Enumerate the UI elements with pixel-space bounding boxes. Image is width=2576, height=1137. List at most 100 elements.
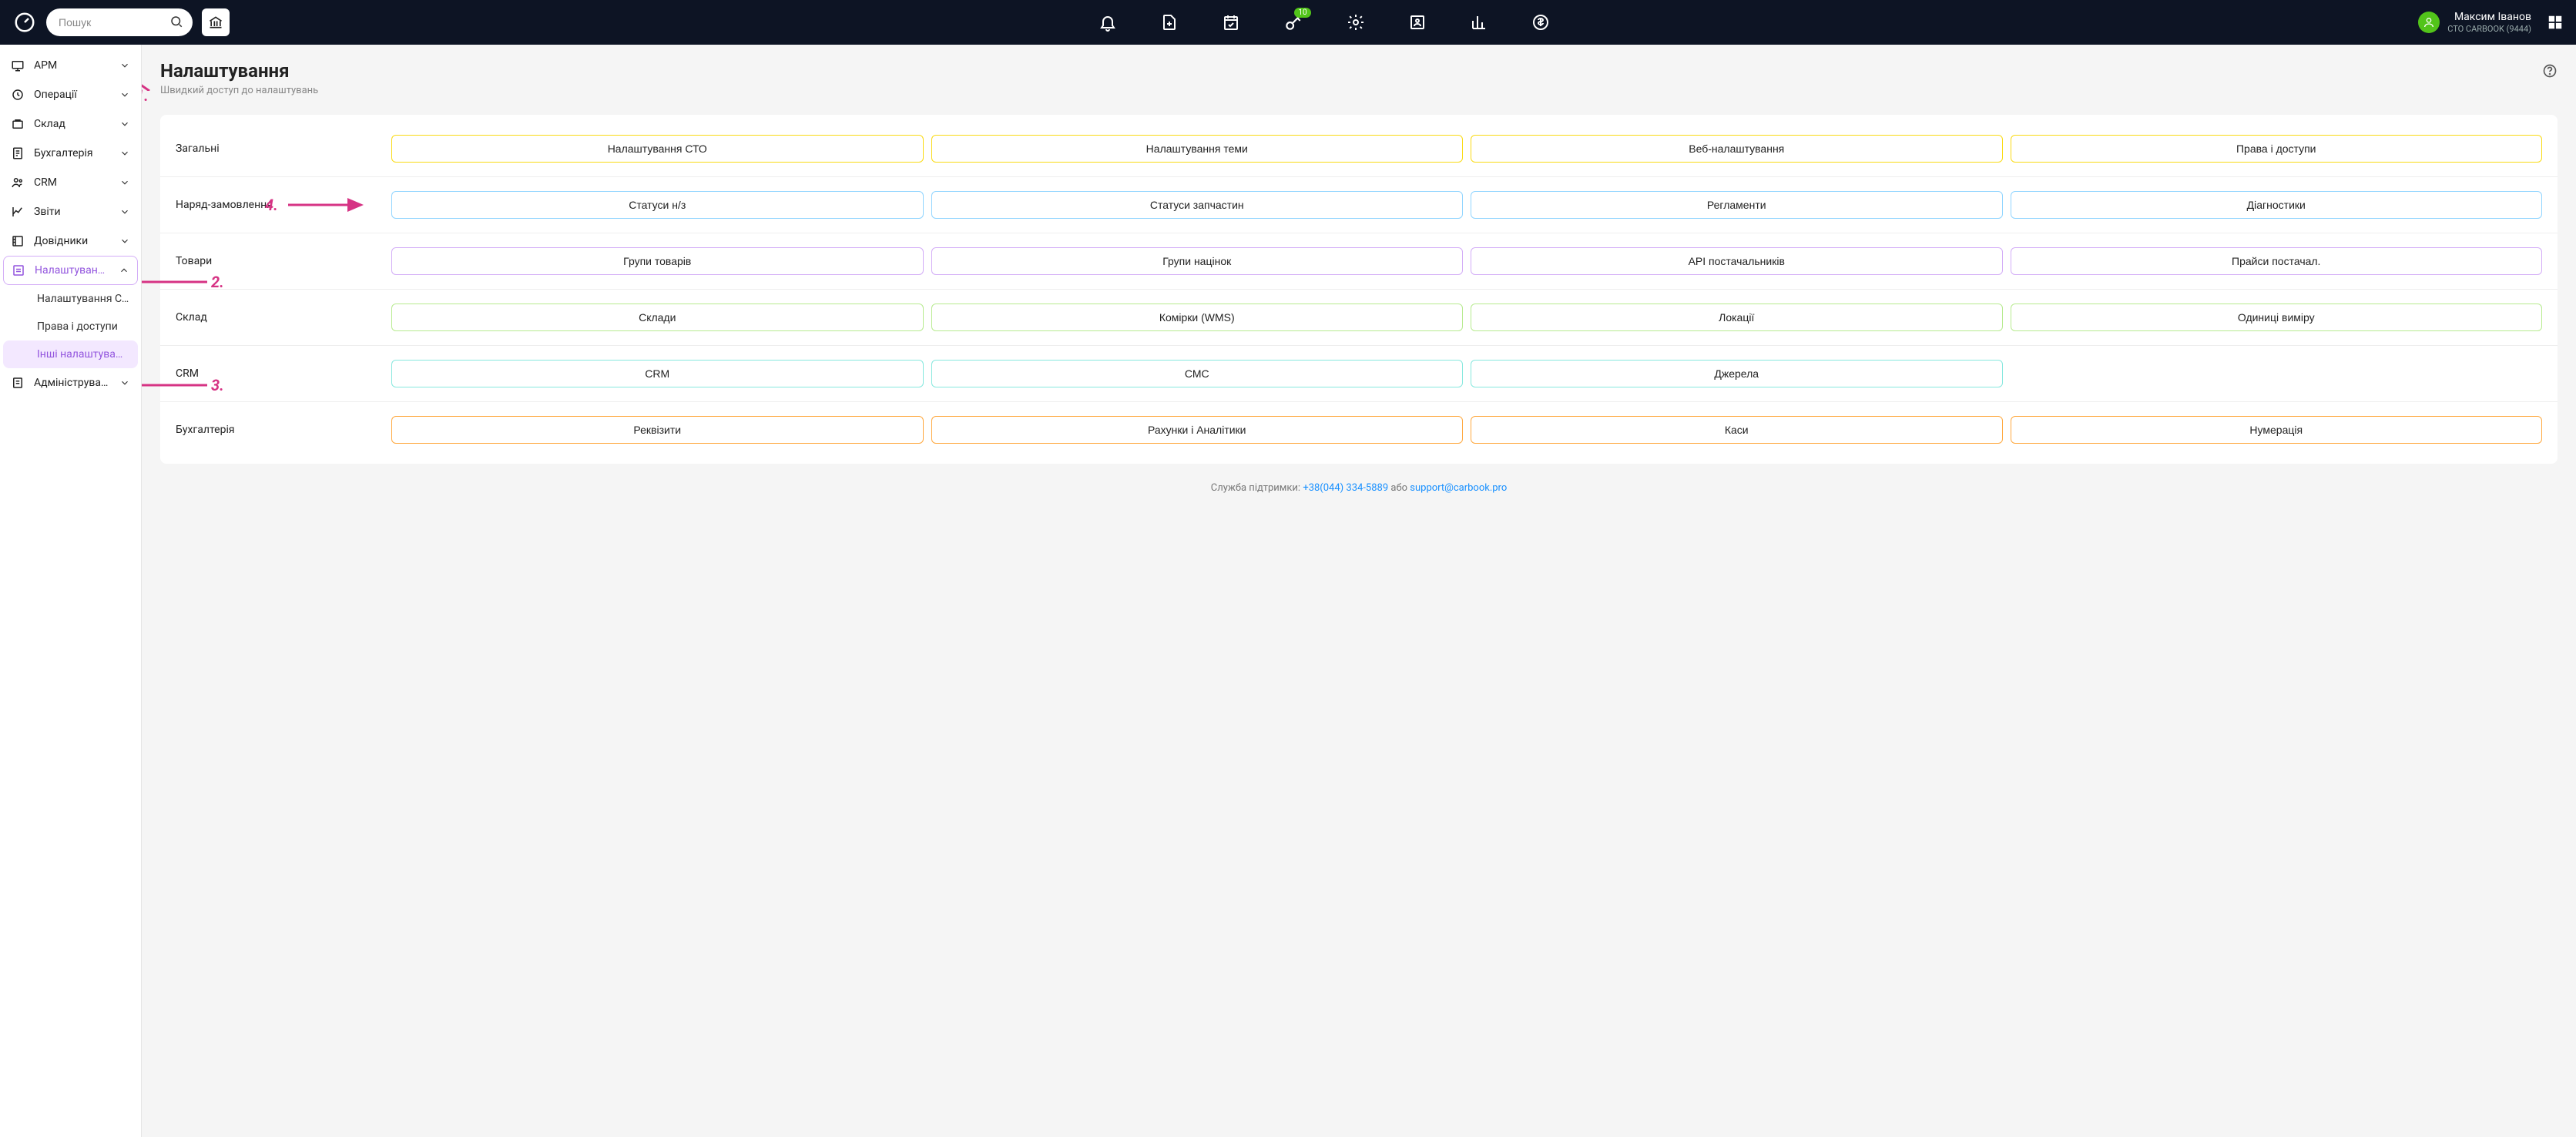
topbar-center: 10: [239, 12, 2409, 32]
sidebar-label: CRM: [34, 176, 110, 189]
sidebar-label: Адміністрування: [34, 377, 110, 389]
chevron-down-icon: [119, 119, 130, 129]
sidebar-item-stock[interactable]: Склад: [0, 109, 141, 139]
sidebar-label: АРМ: [34, 59, 110, 72]
topbar: 10 Максим Іванов СТО CARBOOK (9444): [0, 0, 2576, 45]
avatar: [2418, 12, 2440, 33]
sidebar-sub-access[interactable]: Права і доступи: [0, 313, 141, 340]
row-goods: Товари Групи товарів Групи націнок API п…: [160, 233, 2558, 289]
btn-crm[interactable]: CRM: [391, 360, 924, 387]
btn-diagnostics[interactable]: Діагностики: [2011, 191, 2543, 219]
annotation-1: 1.: [142, 86, 149, 105]
user-block[interactable]: Максим Іванов СТО CARBOOK (9444): [2418, 11, 2564, 34]
sidebar-item-settings[interactable]: Налаштування: [3, 256, 138, 285]
sidebar-item-reports[interactable]: Звіти: [0, 197, 141, 226]
key-badge: 10: [1294, 8, 1310, 18]
page-title: Налаштування: [160, 60, 2558, 82]
chart-icon[interactable]: [1470, 12, 1488, 32]
sidebar-label: Налаштування: [35, 264, 109, 277]
sidebar-item-admin[interactable]: Адміністрування: [0, 368, 141, 397]
main: Налаштування Швидкий доступ до налаштува…: [142, 45, 2576, 1137]
settings-card: Загальні Налаштування СТО Налаштування т…: [160, 115, 2558, 464]
chevron-down-icon: [119, 89, 130, 100]
btn-numbering[interactable]: Нумерація: [2011, 416, 2543, 444]
sidebar-label: Довідники: [34, 235, 110, 247]
btn-regulations[interactable]: Регламенти: [1471, 191, 2003, 219]
sidebar-item-arm[interactable]: АРМ: [0, 51, 141, 80]
row-label: Бухгалтерія: [176, 424, 376, 436]
btn-sms[interactable]: СМС: [931, 360, 1464, 387]
chevron-down-icon: [119, 177, 130, 188]
search-wrap: [46, 8, 193, 36]
sidebar-label: Звіти: [34, 206, 110, 218]
sidebar-label: Склад: [34, 118, 110, 130]
dollar-icon[interactable]: [1531, 12, 1550, 32]
btn-units[interactable]: Одиниці виміру: [2011, 304, 2543, 331]
user-org: СТО CARBOOK (9444): [2447, 24, 2531, 34]
row-label: CRM: [176, 367, 376, 380]
btn-web-settings[interactable]: Веб-налаштування: [1471, 135, 2003, 163]
bank-button[interactable]: [202, 8, 230, 36]
row-label: Товари: [176, 255, 376, 267]
footer-prefix: Служба підтримки:: [1211, 482, 1303, 494]
sidebar-label: Бухгалтерія: [34, 147, 110, 159]
row-general: Загальні Налаштування СТО Налаштування т…: [160, 121, 2558, 176]
calendar-check-icon[interactable]: [1222, 12, 1240, 32]
sidebar-item-crm[interactable]: CRM: [0, 168, 141, 197]
btn-sto-settings[interactable]: Налаштування СТО: [391, 135, 924, 163]
footer-phone[interactable]: +38(044) 334-5889: [1303, 482, 1388, 494]
btn-cashboxes[interactable]: Каси: [1471, 416, 2003, 444]
sidebar-sub-other[interactable]: Інші налаштування: [3, 340, 138, 368]
btn-sources[interactable]: Джерела: [1471, 360, 2003, 387]
chevron-up-icon: [119, 265, 129, 276]
gear-icon[interactable]: [1347, 12, 1365, 32]
btn-accounts-analytics[interactable]: Рахунки і Аналітики: [931, 416, 1464, 444]
key-icon[interactable]: 10: [1283, 12, 1303, 32]
page-subtitle: Швидкий доступ до налаштувань: [160, 85, 2558, 96]
chevron-down-icon: [119, 206, 130, 217]
chevron-down-icon: [119, 377, 130, 388]
user-text: Максим Іванов СТО CARBOOK (9444): [2447, 11, 2531, 34]
help-icon[interactable]: [2542, 63, 2558, 79]
sidebar-item-directories[interactable]: Довідники: [0, 226, 141, 256]
sidebar-label: Операції: [34, 89, 110, 101]
file-plus-icon[interactable]: [1160, 12, 1179, 32]
btn-access-rights[interactable]: Права і доступи: [2011, 135, 2543, 163]
footer-email[interactable]: support@carbook.pro: [1410, 482, 1507, 494]
bell-icon[interactable]: [1098, 12, 1117, 32]
footer: Служба підтримки: +38(044) 334-5889 або …: [160, 464, 2558, 500]
contact-icon[interactable]: [1408, 12, 1427, 32]
btn-markup-groups[interactable]: Групи націнок: [931, 247, 1464, 275]
btn-parts-statuses[interactable]: Статуси запчастин: [931, 191, 1464, 219]
row-accounting: Бухгалтерія Реквізити Рахунки і Аналітик…: [160, 401, 2558, 458]
btn-cells-wms[interactable]: Комірки (WMS): [931, 304, 1464, 331]
user-name: Максим Іванов: [2447, 11, 2531, 24]
row-order: Наряд-замовлення Статуси н/з Статуси зап…: [160, 176, 2558, 233]
row-label: Склад: [176, 311, 376, 324]
apps-grid-icon[interactable]: [2547, 14, 2564, 31]
speedometer-logo-icon[interactable]: [12, 10, 37, 35]
chevron-down-icon: [119, 236, 130, 247]
btn-requisites[interactable]: Реквізити: [391, 416, 924, 444]
btn-supplier-prices[interactable]: Прайси постачал.: [2011, 247, 2543, 275]
btn-theme-settings[interactable]: Налаштування теми: [931, 135, 1464, 163]
sidebar: АРМ Операції Склад Бухгалтерія CRM Звіти: [0, 45, 142, 1137]
btn-product-groups[interactable]: Групи товарів: [391, 247, 924, 275]
arrow-1: [142, 45, 157, 91]
layout: АРМ Операції Склад Бухгалтерія CRM Звіти: [0, 45, 2576, 1137]
row-label: Наряд-замовлення: [176, 199, 376, 211]
btn-suppliers-api[interactable]: API постачальників: [1471, 247, 2003, 275]
sidebar-item-operations[interactable]: Операції: [0, 80, 141, 109]
footer-mid: або: [1390, 482, 1410, 494]
btn-warehouses[interactable]: Склади: [391, 304, 924, 331]
chevron-down-icon: [119, 60, 130, 71]
row-crm: CRM CRM СМС Джерела: [160, 345, 2558, 401]
sidebar-item-accounting[interactable]: Бухгалтерія: [0, 139, 141, 168]
chevron-down-icon: [119, 148, 130, 159]
search-icon: [169, 15, 183, 29]
row-stock: Склад Склади Комірки (WMS) Локації Одини…: [160, 289, 2558, 345]
sidebar-sub-sto[interactable]: Налаштування СТО: [0, 285, 141, 313]
btn-nz-statuses[interactable]: Статуси н/з: [391, 191, 924, 219]
row-label: Загальні: [176, 143, 376, 155]
btn-locations[interactable]: Локації: [1471, 304, 2003, 331]
